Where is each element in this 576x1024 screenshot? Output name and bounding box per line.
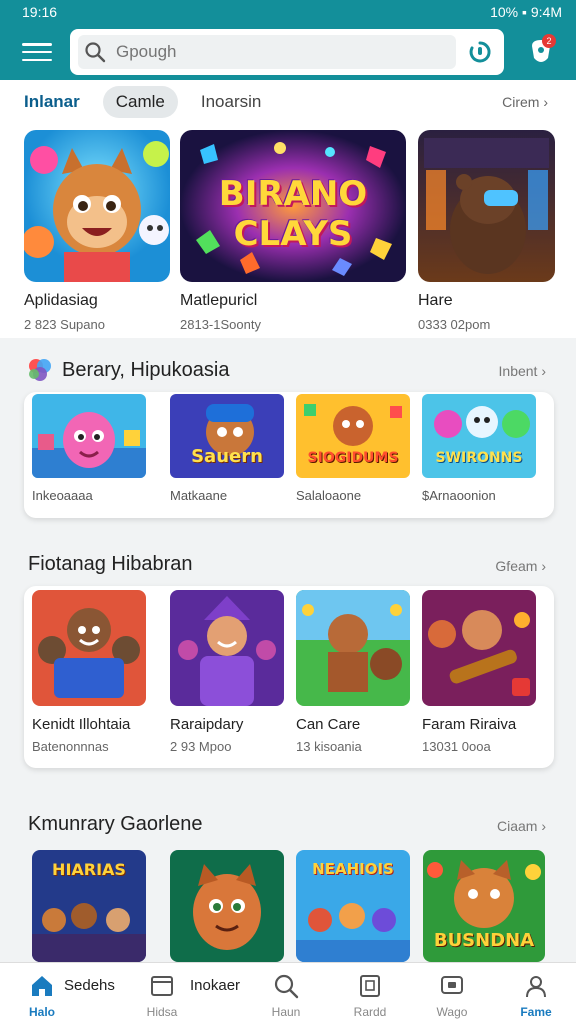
game-tile[interactable]: Sauern Matkaane: [170, 394, 284, 503]
game-tile[interactable]: Faram Riraiva 13031 0ooa: [422, 590, 536, 754]
nav-label: Haun: [271, 1005, 301, 1019]
nav-item-search[interactable]: Haun: [266, 963, 306, 1024]
search-icon: [273, 971, 299, 1001]
game-art: [32, 590, 146, 706]
nav-side-label[interactable]: Sedehs: [64, 977, 115, 994]
voice-search-icon[interactable]: [468, 40, 492, 64]
search-bar: [70, 29, 504, 75]
game-art: [422, 590, 536, 706]
game-tile[interactable]: Raraipdary 2 93 Mpoo: [170, 590, 284, 754]
status-bar: 19:16 10% ▪ 9:4M: [0, 0, 576, 24]
home-icon: [29, 971, 55, 1001]
game-title: Raraipdary: [170, 716, 244, 733]
game-subtitle: 2 823 Supano: [24, 317, 105, 332]
app-bar: 2: [0, 24, 576, 80]
section-logo-icon: [26, 356, 54, 384]
nav-item-home[interactable]: Halo: [20, 963, 64, 1024]
game-tile[interactable]: BUSNDNA: [423, 850, 545, 962]
tile-logo-text: NEAHIOIS: [312, 860, 394, 878]
game-subtitle: Batenonnnas: [32, 739, 109, 754]
search-input[interactable]: [116, 42, 416, 62]
nav-label: Wago: [436, 1005, 468, 1019]
section-title: Fiotanag Hibabran: [28, 553, 193, 575]
featured-card[interactable]: Hare 0333 02pom: [418, 130, 555, 332]
game-art: Sauern: [170, 394, 284, 478]
game-art: [24, 130, 170, 282]
nav-item-profile[interactable]: Fame: [516, 963, 556, 1024]
category-tabs: Inlanar Camle Inoarsin Cirem ›: [0, 80, 576, 124]
game-art: [32, 394, 146, 478]
game-art: [170, 590, 284, 706]
menu-icon[interactable]: [22, 40, 52, 64]
game-tile[interactable]: HIARIAS: [32, 850, 146, 962]
bottom-navigation: Sedehs Inokaer Halo Hidsa Haun Rardd Wag…: [0, 962, 576, 1024]
search-icon: [84, 41, 106, 63]
tile-logo-text: HIARIAS: [52, 860, 126, 879]
status-time: 19:16: [22, 4, 58, 20]
game-art: [418, 130, 555, 282]
nav-item-monitor[interactable]: Wago: [432, 963, 472, 1024]
section-panel: Inkeoaaaa Sauern Matkaane SIOGIDUMS Sala…: [24, 392, 554, 518]
game-title: Aplidasiag: [24, 292, 98, 309]
game-caption: Salaloaone: [296, 488, 362, 503]
section-title: Kmunrary Gaorlene: [28, 813, 203, 835]
nav-label: Rardd: [353, 1005, 387, 1019]
tab-inoarsin[interactable]: Inoarsin: [188, 86, 274, 118]
nav-label: Fame: [520, 1005, 552, 1019]
game-title: Can Care: [296, 716, 361, 733]
game-tile[interactable]: Can Care 13 kisoania: [296, 590, 410, 754]
nav-label: Hidsa: [146, 1005, 178, 1019]
game-art: BIRANO CLAYS: [180, 130, 406, 282]
game-caption: Matkaane: [170, 488, 228, 503]
gamepad-icon: [357, 971, 383, 1001]
featured-card[interactable]: BIRANO CLAYS Matlepuricl 2813-1Soonty: [180, 130, 406, 332]
tile-logo-text: SWIRONNS: [435, 450, 523, 466]
tabs-more-link[interactable]: Cirem ›: [502, 94, 548, 110]
game-logo-text: BIRANO CLAYS: [218, 174, 368, 254]
game-caption: Inkeoaaaa: [32, 488, 93, 503]
tile-logo-text: Sauern: [191, 446, 263, 467]
game-art: SWIRONNS: [422, 394, 536, 478]
section-more-link[interactable]: Gfeam ›: [495, 558, 546, 574]
nav-side-label[interactable]: Inokaer: [190, 977, 240, 994]
game-caption: $Arnaoonion: [422, 488, 496, 503]
game-subtitle: 2 93 Mpoo: [170, 739, 232, 754]
nav-item-games[interactable]: Rardd: [350, 963, 390, 1024]
game-art: [296, 590, 410, 706]
featured-section: Aplidasiag 2 823 Supano BIRANO CLAYS Mat…: [0, 124, 576, 338]
game-title: Matlepuricl: [180, 292, 258, 309]
status-icons: 10% ▪ 9:4M: [490, 4, 562, 20]
section-panel: Kenidt Illohtaia Batenonnnas Raraipdary …: [24, 586, 554, 768]
game-subtitle: 0333 02pom: [418, 317, 491, 332]
section-more-link[interactable]: Inbent ›: [499, 363, 546, 379]
tab-inlanar[interactable]: Inlanar: [24, 86, 93, 118]
section-title: Berary, Hipukoasia: [62, 359, 230, 381]
game-tile[interactable]: SIOGIDUMS Salaloaone: [296, 394, 410, 503]
game-title: Faram Riraiva: [422, 716, 517, 733]
notification-icon[interactable]: 2: [526, 34, 556, 68]
game-art: SIOGIDUMS: [296, 394, 410, 478]
game-tile[interactable]: Inkeoaaaa: [32, 394, 146, 503]
game-tile[interactable]: NEAHIOIS: [296, 850, 410, 962]
section-more-link[interactable]: Ciaam ›: [497, 818, 546, 834]
tab-camle[interactable]: Camle: [102, 86, 178, 118]
game-tile[interactable]: Kenidt Illohtaia Batenonnnas: [32, 590, 146, 754]
game-tile[interactable]: [170, 850, 284, 962]
game-tile[interactable]: SWIRONNS $Arnaoonion: [422, 394, 536, 503]
tile-logo-text: SIOGIDUMS: [307, 450, 399, 466]
game-subtitle: 13 kisoania: [296, 739, 362, 754]
window-icon: [149, 971, 175, 1001]
nav-label: Halo: [28, 1005, 55, 1019]
game-subtitle: 2813-1Soonty: [180, 317, 261, 332]
person-icon: [523, 971, 549, 1001]
featured-card[interactable]: Aplidasiag 2 823 Supano: [24, 130, 170, 332]
monitor-icon: [439, 971, 465, 1001]
status-text: 10% ▪ 9:4M: [490, 4, 562, 20]
game-subtitle: 13031 0ooa: [422, 739, 491, 754]
notification-badge: 2: [542, 34, 556, 48]
tile-logo-text: BUSNDNA: [433, 930, 535, 951]
game-title: Hare: [418, 292, 453, 309]
game-title: Kenidt Illohtaia: [32, 716, 131, 733]
nav-item-window[interactable]: Hidsa: [142, 963, 182, 1024]
